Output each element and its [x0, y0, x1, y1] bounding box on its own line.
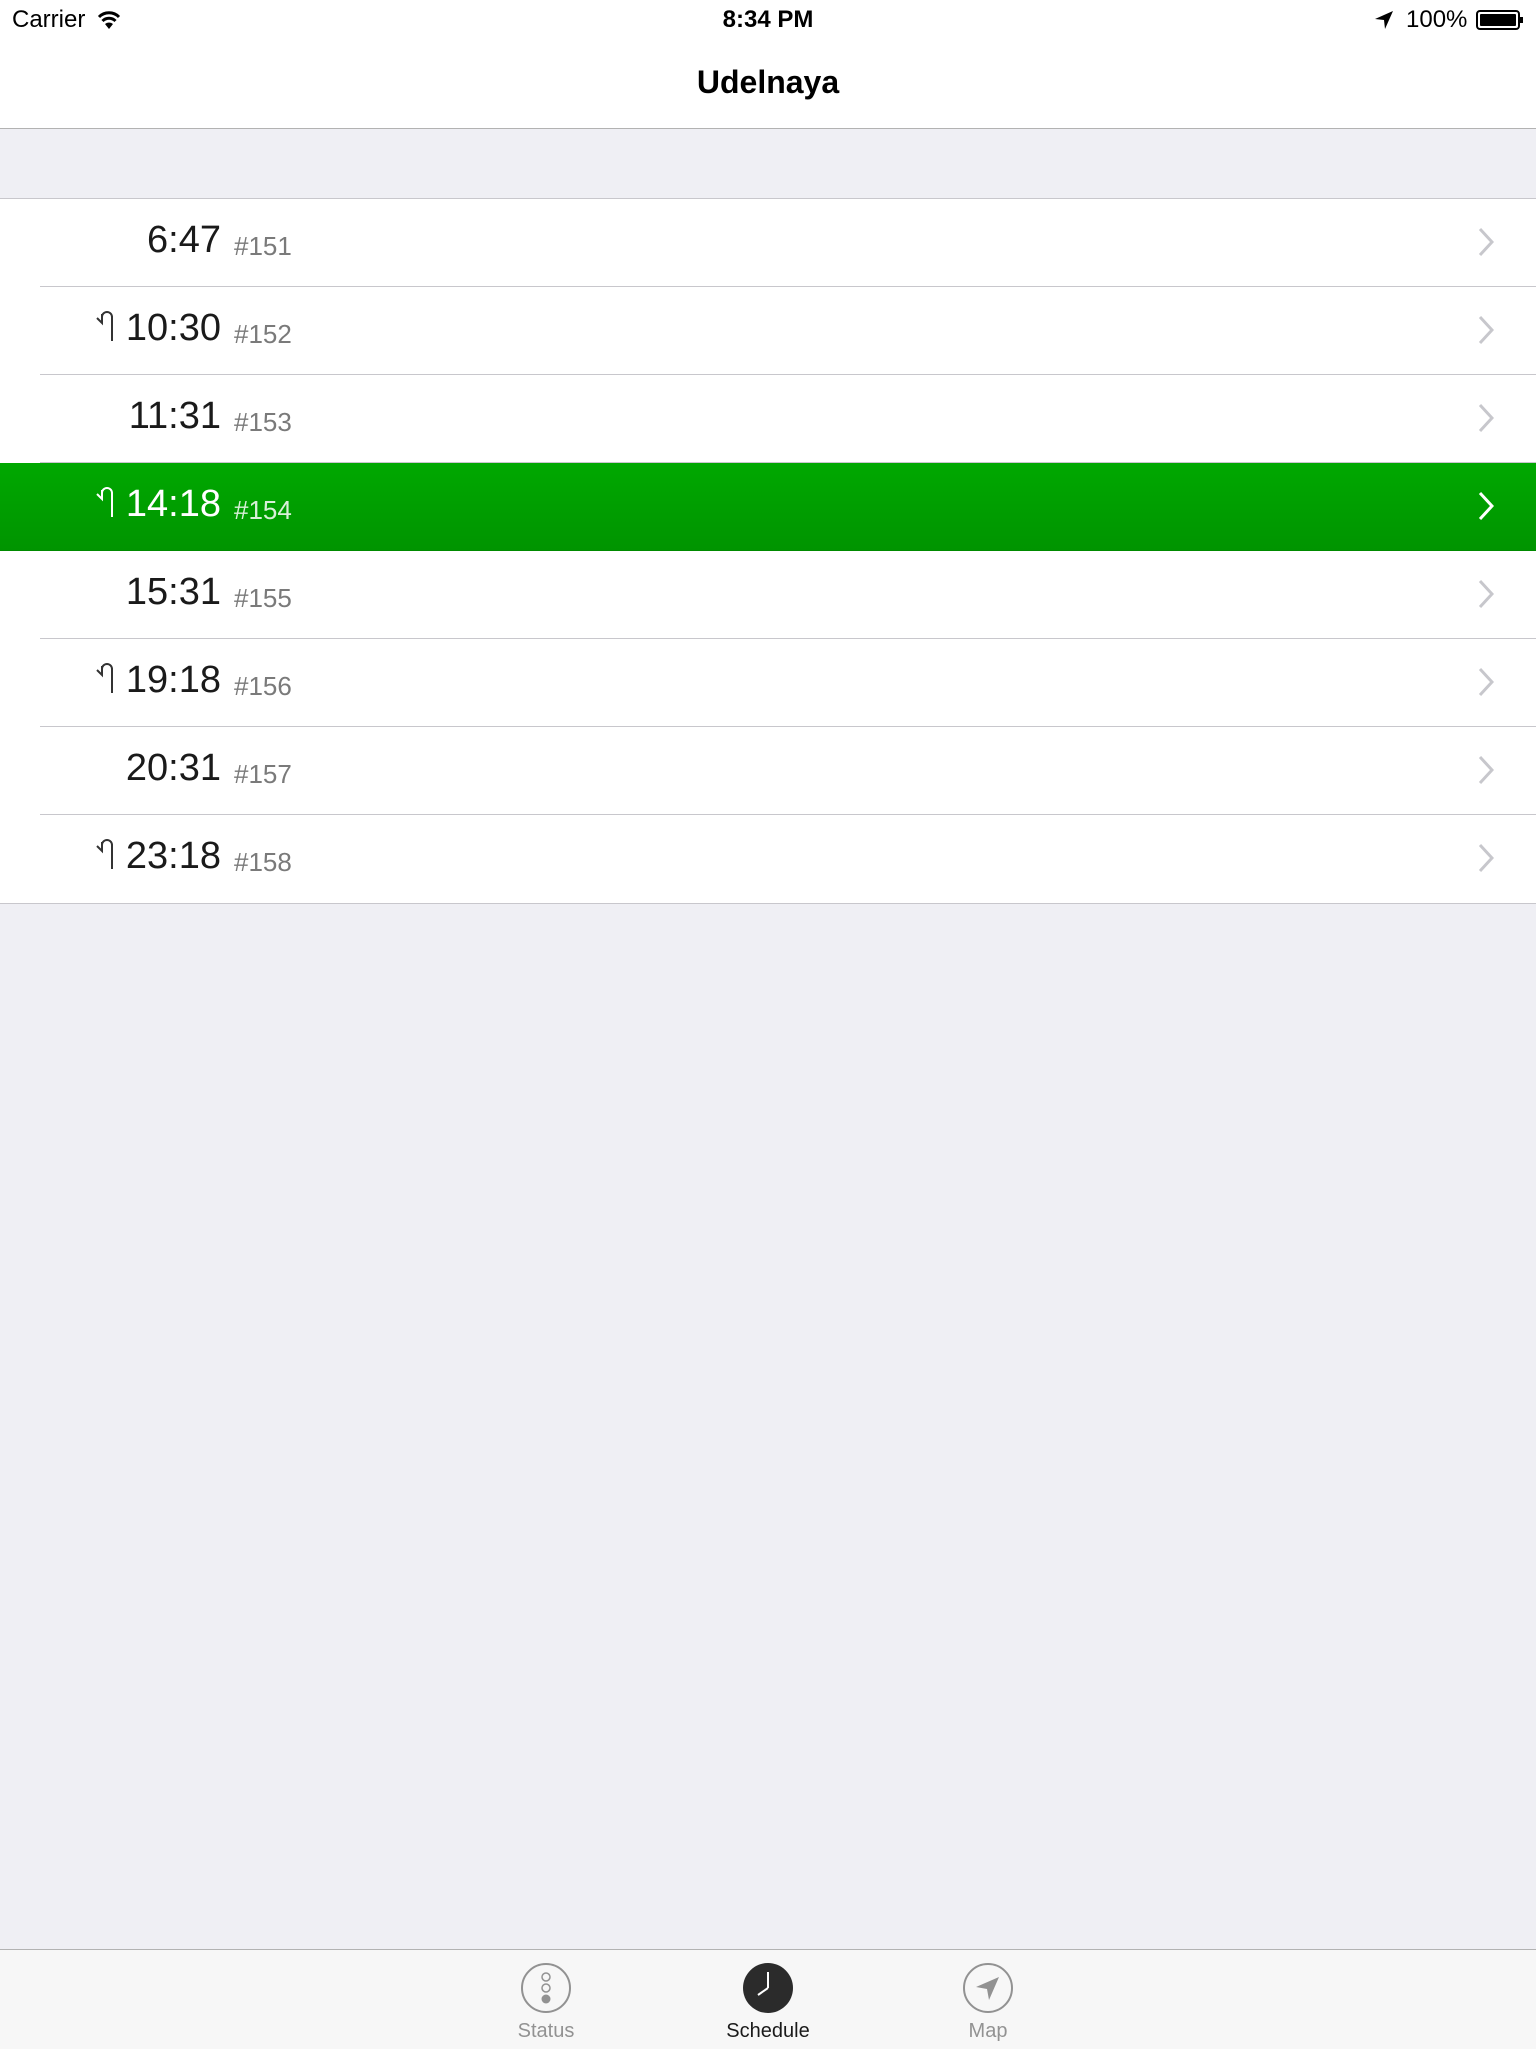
schedule-table: 6:47 #151 10:30 #152 11:31 #153 14:18 #154 15:31… [0, 198, 1536, 904]
train-number: #157 [234, 759, 292, 789]
departure-time: 15:31 [125, 571, 221, 613]
battery-icon [1476, 10, 1523, 30]
tab-label-status: Status [517, 2020, 575, 2042]
schedule-row[interactable]: 15:31 #155 [0, 551, 1536, 639]
chevron-right-icon [1478, 579, 1494, 609]
tab-label-map: Map [968, 2020, 1008, 2042]
turnaround-icon [96, 839, 113, 869]
departure-time: 14:18 [125, 483, 221, 525]
schedule-row[interactable]: 23:18 #158 [0, 815, 1536, 903]
chevron-right-icon [1478, 843, 1494, 873]
chevron-right-icon [1478, 491, 1494, 521]
turnaround-icon [96, 487, 113, 517]
traffic-light-icon [521, 1963, 571, 2013]
train-number: #152 [234, 319, 292, 349]
train-number: #156 [234, 671, 292, 701]
train-number: #153 [234, 407, 292, 437]
navigation-bar: Udelnaya [0, 40, 1536, 129]
schedule-row[interactable]: 6:47 #151 [0, 199, 1536, 287]
tab-schedule[interactable]: Schedule [698, 1950, 838, 2049]
schedule-row[interactable]: 10:30 #152 [0, 287, 1536, 375]
tab-label-schedule: Schedule [726, 2020, 810, 2042]
train-number: #154 [234, 495, 292, 525]
location-arrow-icon [963, 1963, 1013, 2013]
departure-time: 10:30 [125, 307, 221, 349]
chevron-right-icon [1478, 403, 1494, 433]
schedule-row[interactable]: 14:18 #154 [0, 463, 1536, 551]
schedule-row[interactable]: 19:18 #156 [0, 639, 1536, 727]
chevron-right-icon [1478, 667, 1494, 697]
departure-time: 19:18 [125, 659, 221, 701]
turnaround-icon [96, 311, 113, 341]
clock-time: 8:34 PM [722, 6, 814, 33]
train-number: #151 [234, 231, 292, 261]
page-title: Udelnaya [696, 64, 840, 100]
chevron-right-icon [1478, 755, 1494, 785]
chevron-right-icon [1478, 227, 1494, 257]
status-bar: Carrier 8:34 PM 100% [0, 0, 1536, 40]
chevron-right-icon [1478, 315, 1494, 345]
location-services-icon [1375, 11, 1393, 29]
turnaround-icon [96, 663, 113, 693]
schedule-row[interactable]: 20:31 #157 [0, 727, 1536, 815]
train-number: #158 [234, 847, 292, 877]
tab-status[interactable]: Status [476, 1950, 616, 2049]
departure-time: 6:47 [147, 219, 221, 261]
battery-percentage: 100% [1406, 6, 1468, 33]
departure-time: 20:31 [125, 747, 221, 789]
clock-icon [743, 1963, 793, 2013]
train-number: #155 [234, 583, 292, 613]
schedule-row[interactable]: 11:31 #153 [0, 375, 1536, 463]
departure-time: 11:31 [128, 395, 221, 437]
departure-time: 23:18 [125, 835, 221, 877]
tab-bar: Status Schedule Map [0, 1949, 1536, 2049]
tab-map[interactable]: Map [918, 1950, 1058, 2049]
